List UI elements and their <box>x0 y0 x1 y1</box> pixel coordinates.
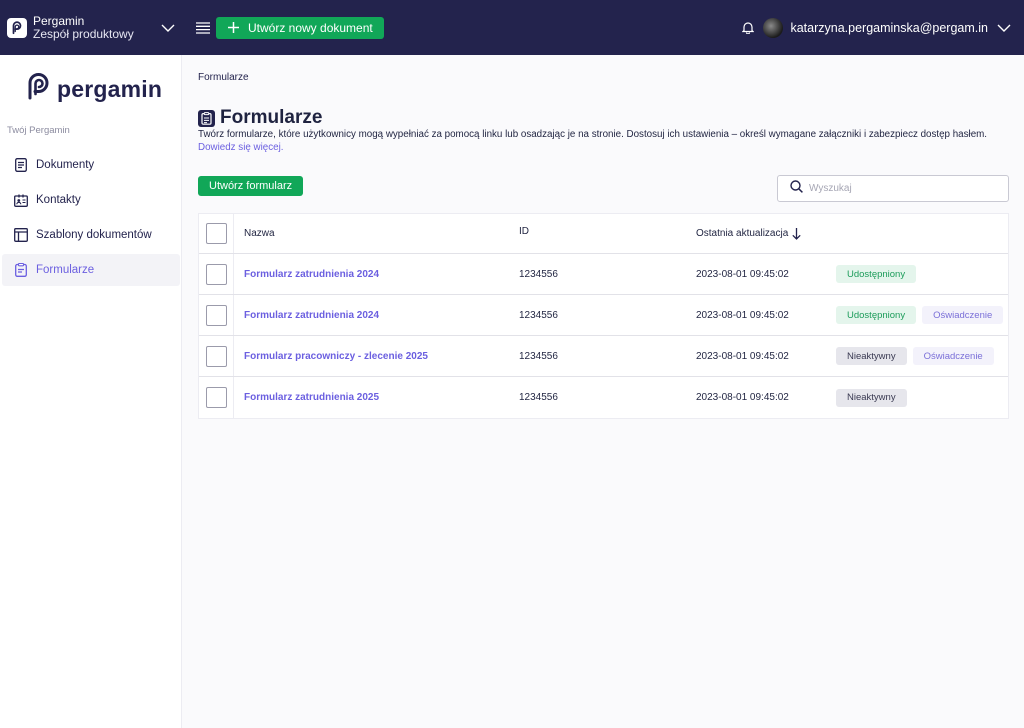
sidebar-nav: Dokumenty Kontakty Szablony dokumentów F… <box>2 149 180 289</box>
table-row[interactable]: Formularz zatrudnienia 2024 1234556 2023… <box>199 254 1008 295</box>
arrow-down-icon[interactable] <box>792 227 801 240</box>
sidebar-item-kontakty[interactable]: Kontakty <box>2 184 180 216</box>
sidebar-item-label: Dokumenty <box>36 159 95 171</box>
create-new-document-button[interactable]: Utwórz nowy dokument <box>216 16 384 39</box>
clipboard-icon <box>198 109 215 127</box>
breadcrumb: Formularze <box>198 72 249 83</box>
form-name-link[interactable]: Formularz pracowniczy - zlecenie 2025 <box>244 351 428 362</box>
search-box[interactable] <box>777 175 1009 202</box>
statement-badge: Oświadczenie <box>922 306 1004 324</box>
form-id: 1234556 <box>519 309 558 321</box>
search-icon <box>790 179 803 198</box>
form-id: 1234556 <box>519 392 558 403</box>
form-updated: 2023-08-01 09:45:02 <box>696 309 789 321</box>
pergamin-logo-icon <box>26 73 52 105</box>
row-checkbox[interactable] <box>205 304 227 326</box>
pergamin-logo-icon <box>7 17 27 38</box>
search-input[interactable] <box>809 183 999 194</box>
brand-name: pergamin <box>57 75 163 102</box>
plus-icon <box>228 22 239 33</box>
clipboard-icon <box>14 263 28 277</box>
user-email[interactable]: katarzyna.pergaminska@pergam.in <box>790 21 988 35</box>
chevron-down-icon[interactable] <box>997 24 1011 32</box>
organization-switcher[interactable]: Pergamin Zespół produktowy <box>0 0 183 55</box>
main-content: Formularze Formularze Twórz formularze, … <box>182 55 1024 728</box>
sidebar: pergamin Twój Pergamin Dokumenty Kontakt… <box>0 55 182 728</box>
status-badge: Nieaktywny <box>836 347 907 365</box>
form-updated: 2023-08-01 09:45:02 <box>696 268 789 280</box>
page-title: Formularze <box>220 107 323 128</box>
description-text: Twórz formularze, które użytkownicy mogą… <box>198 129 988 140</box>
forms-table: Nazwa ID Ostatnia aktualizacja Formularz… <box>198 213 1009 419</box>
team-name: Zespół produktowy <box>33 26 134 41</box>
status-badge: Udostępniony <box>836 306 917 324</box>
sidebar-section-label: Twój Pergamin <box>7 125 70 136</box>
create-form-button[interactable]: Utwórz formularz <box>198 176 304 196</box>
form-id: 1234556 <box>519 350 558 362</box>
organization-name: Pergamin <box>33 13 85 28</box>
form-updated: 2023-08-01 09:45:02 <box>696 392 789 403</box>
status-badge: Nieaktywny <box>836 388 907 407</box>
create-new-document-label: Utwórz nowy dokument <box>248 20 373 35</box>
menu-icon[interactable] <box>195 20 211 36</box>
row-checkbox[interactable] <box>205 263 227 285</box>
sidebar-item-label: Kontakty <box>36 194 81 206</box>
sidebar-item-formularze[interactable]: Formularze <box>2 254 180 286</box>
learn-more-link[interactable]: Dowiedz się więcej. <box>198 142 283 153</box>
row-checkbox[interactable] <box>205 345 227 367</box>
form-name-link[interactable]: Formularz zatrudnienia 2024 <box>244 269 379 280</box>
column-header-name[interactable]: Nazwa <box>244 228 275 239</box>
page-description: Twórz formularze, które użytkownicy mogą… <box>198 129 1010 154</box>
sidebar-item-szablony[interactable]: Szablony dokumentów <box>2 219 180 251</box>
contact-card-icon <box>14 193 28 207</box>
column-header-updated[interactable]: Ostatnia aktualizacja <box>696 227 801 240</box>
document-icon <box>14 158 28 172</box>
template-icon <box>14 228 28 242</box>
top-bar: Pergamin Zespół produktowy Utwórz nowy d… <box>0 0 1024 55</box>
sidebar-item-dokumenty[interactable]: Dokumenty <box>2 149 180 181</box>
row-checkbox[interactable] <box>205 387 227 408</box>
select-all-checkbox[interactable] <box>205 223 227 244</box>
table-header-row: Nazwa ID Ostatnia aktualizacja <box>199 214 1008 254</box>
statement-badge: Oświadczenie <box>912 347 994 365</box>
table-row[interactable]: Formularz zatrudnienia 2025 1234556 2023… <box>199 377 1008 418</box>
form-id: 1234556 <box>519 268 558 280</box>
table-row[interactable]: Formularz pracowniczy - zlecenie 2025 12… <box>199 336 1008 377</box>
form-name-link[interactable]: Formularz zatrudnienia 2025 <box>244 392 379 403</box>
sidebar-item-label: Szablony dokumentów <box>36 229 152 241</box>
sidebar-item-label: Formularze <box>36 264 95 276</box>
chevron-down-icon[interactable] <box>161 24 175 32</box>
avatar[interactable] <box>763 17 784 38</box>
form-name-link[interactable]: Formularz zatrudnienia 2024 <box>244 310 379 321</box>
form-updated: 2023-08-01 09:45:02 <box>696 350 789 362</box>
column-header-updated-label: Ostatnia aktualizacja <box>696 228 789 239</box>
column-header-id[interactable]: ID <box>519 226 529 237</box>
brand-logo[interactable]: pergamin <box>26 73 162 105</box>
bell-icon[interactable] <box>742 21 755 34</box>
status-badge: Udostępniony <box>836 265 917 283</box>
table-row[interactable]: Formularz zatrudnienia 2024 1234556 2023… <box>199 295 1008 336</box>
